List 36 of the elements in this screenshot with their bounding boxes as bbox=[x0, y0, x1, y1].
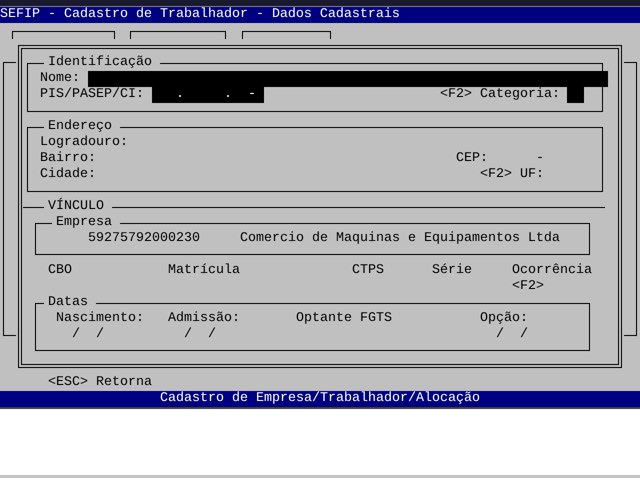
column-label: Série bbox=[432, 263, 472, 279]
date-field[interactable]: / / bbox=[496, 327, 528, 343]
field-label: PIS/PASEP/CI: bbox=[40, 87, 144, 103]
cnpj-text: 59275792000230 bbox=[88, 231, 200, 247]
field-label: CEP: bbox=[456, 151, 488, 167]
group-title: Empresa bbox=[52, 215, 120, 231]
field-label: Nome: bbox=[40, 71, 80, 87]
group-title: Endereço bbox=[44, 119, 120, 135]
cep-field[interactable]: - bbox=[536, 151, 544, 167]
date-field[interactable]: / / bbox=[72, 327, 104, 343]
key-hint: <ESC> Retorna bbox=[48, 375, 152, 391]
field-label: Admissão: bbox=[168, 311, 240, 327]
field-label: Logradouro: bbox=[40, 135, 128, 151]
field-label: <F2> Categoria: bbox=[440, 87, 560, 103]
date-field[interactable]: / / bbox=[184, 327, 216, 343]
group-title: Identificação bbox=[44, 55, 160, 71]
column-label: Ocorrência bbox=[512, 263, 592, 279]
column-label: CTPS bbox=[352, 263, 384, 279]
tab[interactable] bbox=[130, 31, 226, 39]
field-label: Opção: bbox=[480, 311, 528, 327]
column-label: Matrícula bbox=[168, 263, 240, 279]
category-field[interactable] bbox=[567, 87, 584, 103]
company-name: Comercio de Maquinas e Equipamentos Ltda bbox=[240, 231, 560, 247]
field-label: Nascimento: bbox=[56, 311, 144, 327]
field-label: Optante FGTS bbox=[296, 311, 392, 327]
pis-field[interactable]: . . - bbox=[152, 87, 264, 103]
tab[interactable] bbox=[12, 31, 115, 39]
window-title: SEFIP - Cadastro de Trabalhador - Dados Cadastrais bbox=[0, 7, 400, 23]
status-text: Cadastro de Empresa/Trabalhador/Alocação bbox=[160, 391, 480, 407]
key-hint: <F2> bbox=[512, 279, 544, 295]
tab[interactable] bbox=[242, 31, 331, 39]
column-label: CBO bbox=[48, 263, 72, 279]
name-field[interactable] bbox=[88, 71, 608, 87]
field-label: Cidade: bbox=[40, 167, 96, 183]
field-label: Bairro: bbox=[40, 151, 96, 167]
field-label: <F2> UF: bbox=[480, 167, 544, 183]
